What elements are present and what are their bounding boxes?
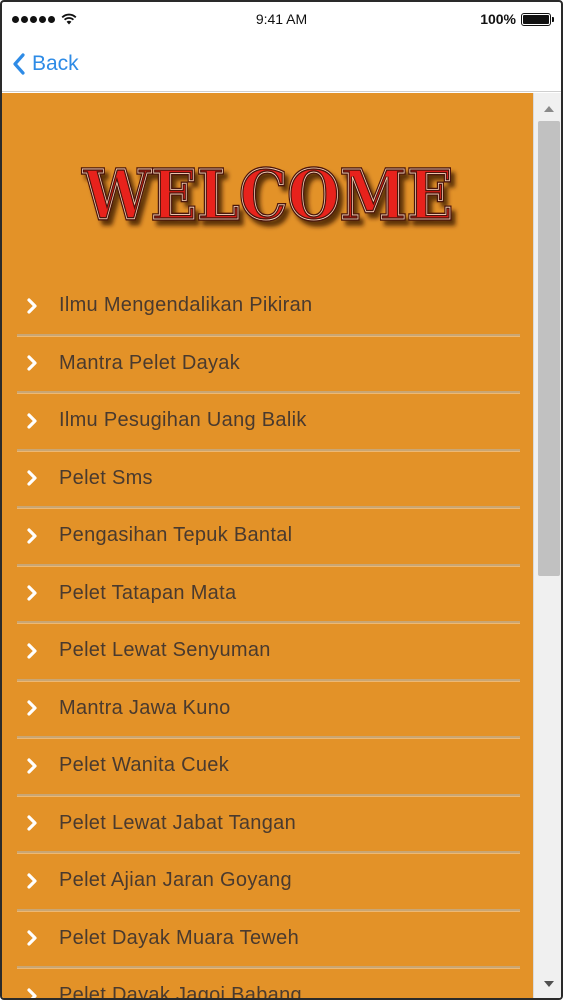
status-time: 9:41 AM bbox=[255, 11, 308, 27]
scrollbar[interactable] bbox=[533, 93, 561, 998]
chevron-right-icon bbox=[27, 643, 37, 659]
chevron-right-icon bbox=[27, 355, 37, 371]
menu-item-label: Pelet Wanita Cuek bbox=[59, 754, 229, 777]
nav-bar: Back bbox=[2, 36, 561, 92]
wifi-icon bbox=[61, 13, 77, 25]
menu-item-label: Pelet Ajian Jaran Goyang bbox=[59, 869, 292, 892]
menu-item[interactable]: Pelet Dayak Muara Teweh bbox=[17, 911, 520, 968]
menu-item-label: Pelet Lewat Jabat Tangan bbox=[59, 811, 297, 834]
menu-item[interactable]: Mantra Pelet Dayak bbox=[17, 336, 520, 393]
menu-item[interactable]: Pelet Dayak Jagoi Babang bbox=[17, 968, 520, 1000]
menu-item[interactable]: Pengasihan Tepuk Bantal bbox=[17, 508, 520, 566]
chevron-right-icon bbox=[27, 528, 37, 544]
phone-frame: 9:41 AM 100% Back WELCOME WELCOME Ilmu M… bbox=[0, 0, 563, 1000]
welcome-text-highlight: WELCOME bbox=[82, 156, 453, 236]
menu-item-label: Pelet Sms bbox=[59, 466, 153, 489]
chevron-right-icon bbox=[27, 758, 37, 774]
chevron-right-icon bbox=[27, 700, 37, 716]
chevron-right-icon bbox=[27, 413, 37, 429]
welcome-banner: WELCOME WELCOME bbox=[2, 141, 533, 251]
scroll-down-arrow-icon[interactable] bbox=[543, 980, 555, 988]
menu-item[interactable]: Pelet Ajian Jaran Goyang bbox=[17, 853, 520, 911]
menu-item[interactable]: Pelet Tatapan Mata bbox=[17, 566, 520, 623]
menu-item[interactable]: Pelet Lewat Senyuman bbox=[17, 623, 520, 681]
menu-item-label: Pelet Lewat Senyuman bbox=[59, 639, 271, 662]
scroll-up-arrow-icon[interactable] bbox=[543, 105, 555, 113]
chevron-right-icon bbox=[27, 585, 37, 601]
menu-item-label: Mantra Pelet Dayak bbox=[59, 351, 241, 374]
menu-item[interactable]: Pelet Lewat Jabat Tangan bbox=[17, 796, 520, 853]
back-button[interactable]: Back bbox=[12, 52, 79, 76]
chevron-right-icon bbox=[27, 470, 37, 486]
menu-item-label: Pelet Dayak Jagoi Babang bbox=[59, 984, 302, 1000]
status-right: 100% bbox=[480, 11, 554, 27]
battery-icon bbox=[521, 12, 554, 26]
status-left bbox=[12, 13, 77, 25]
battery-fill bbox=[523, 14, 549, 24]
menu-item[interactable]: Ilmu Pesugihan Uang Balik bbox=[17, 393, 520, 451]
scrollbar-thumb[interactable] bbox=[538, 121, 560, 576]
menu-item[interactable]: Pelet Sms bbox=[17, 451, 520, 508]
menu-item-label: Pelet Dayak Muara Teweh bbox=[59, 926, 299, 949]
chevron-right-icon bbox=[27, 930, 37, 946]
content-area: WELCOME WELCOME Ilmu Mengendalikan Pikir… bbox=[2, 93, 533, 1000]
chevron-right-icon bbox=[27, 298, 37, 314]
chevron-left-icon bbox=[13, 52, 25, 75]
menu-item-label: Mantra Jawa Kuno bbox=[59, 696, 231, 719]
menu-item-label: Ilmu Pesugihan Uang Balik bbox=[59, 409, 307, 432]
status-bar: 9:41 AM 100% bbox=[2, 2, 561, 36]
signal-icon bbox=[12, 15, 55, 23]
menu-item-label: Pengasihan Tepuk Bantal bbox=[59, 524, 293, 547]
welcome-logo: WELCOME WELCOME bbox=[80, 154, 454, 238]
back-label: Back bbox=[32, 51, 79, 75]
menu-item[interactable]: Pelet Wanita Cuek bbox=[17, 738, 520, 796]
menu-item-label: Ilmu Mengendalikan Pikiran bbox=[59, 294, 313, 317]
menu-item-label: Pelet Tatapan Mata bbox=[59, 581, 237, 604]
chevron-right-icon bbox=[27, 873, 37, 889]
menu-item[interactable]: Mantra Jawa Kuno bbox=[17, 681, 520, 738]
menu-list: Ilmu Mengendalikan Pikiran Mantra Pelet D… bbox=[17, 278, 520, 1000]
menu-item[interactable]: Ilmu Mengendalikan Pikiran bbox=[17, 278, 520, 336]
chevron-right-icon bbox=[27, 988, 37, 998]
chevron-right-icon bbox=[27, 815, 37, 831]
battery-percent: 100% bbox=[480, 11, 516, 27]
